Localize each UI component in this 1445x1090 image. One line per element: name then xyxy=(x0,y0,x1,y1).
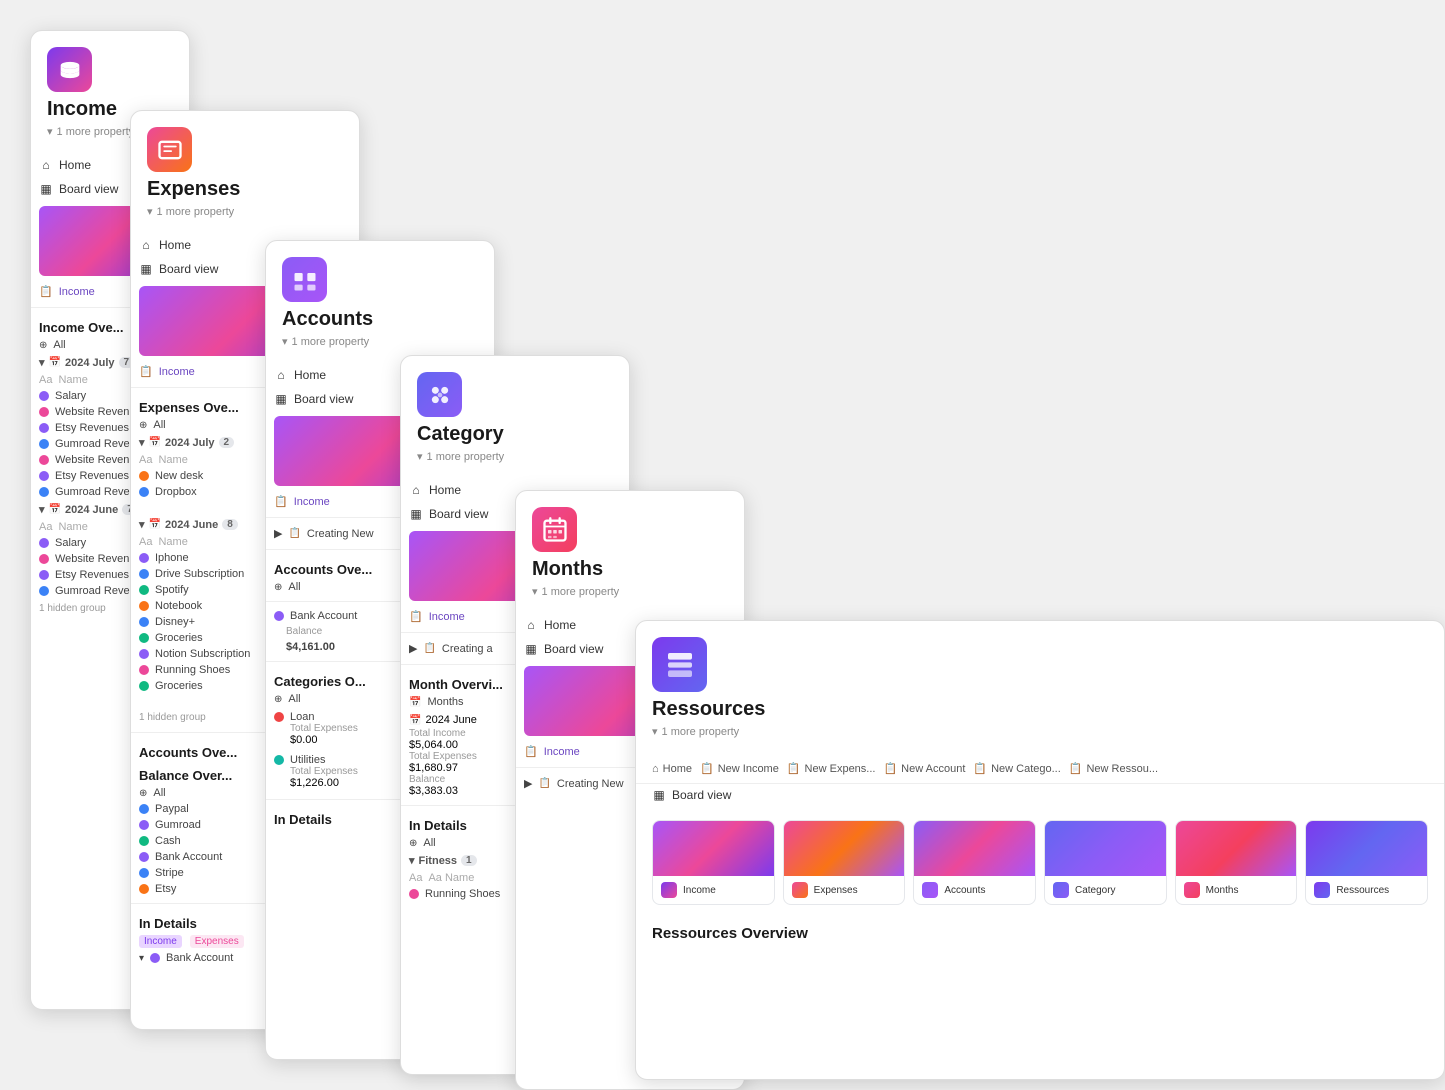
income-app-icon xyxy=(47,47,92,92)
res-nav-new-expenses[interactable]: 📋 New Expens... xyxy=(787,762,876,775)
accounts-title: Accounts xyxy=(282,308,478,331)
board-icon: ▦ xyxy=(39,182,53,196)
gallery-income[interactable]: Income xyxy=(652,820,775,905)
home-icon-acc: ⌂ xyxy=(274,368,288,382)
res-nav-new-category[interactable]: 📋 New Catego... xyxy=(973,762,1060,775)
res-nav-new-ressource[interactable]: 📋 New Ressou... xyxy=(1069,762,1158,775)
category-more-property: ▾ 1 more property xyxy=(417,450,613,463)
ressources-top-nav: ⌂ Home 📋 New Income 📋 New Expens... 📋 Ne… xyxy=(636,754,1444,784)
home-icon-exp: ⌂ xyxy=(139,238,153,252)
gallery-months[interactable]: Months xyxy=(1175,820,1298,905)
res-nav-new-income[interactable]: 📋 New Income xyxy=(700,762,779,775)
months-title: Months xyxy=(532,558,728,581)
gallery-category[interactable]: Category xyxy=(1044,820,1167,905)
gallery-expenses[interactable]: Expenses xyxy=(783,820,906,905)
gallery-ressources[interactable]: Ressources xyxy=(1305,820,1428,905)
board-icon-mon: ▦ xyxy=(524,642,538,656)
ressources-overview-section: Ressources Overview xyxy=(636,917,1444,956)
category-title: Category xyxy=(417,423,613,446)
accounts-more-property: ▾ 1 more property xyxy=(282,335,478,348)
ressources-overview-title: Ressources Overview xyxy=(652,925,1428,942)
board-view-icon-res: ▦ xyxy=(652,788,666,802)
gallery-accounts[interactable]: Accounts xyxy=(913,820,1036,905)
expenses-title: Expenses xyxy=(147,178,343,201)
ressources-more-property: ▾ 1 more property xyxy=(652,725,765,738)
res-nav-home[interactable]: ⌂ Home xyxy=(652,762,692,775)
board-icon-exp: ▦ xyxy=(139,262,153,276)
home-icon-mon: ⌂ xyxy=(524,618,538,632)
home-icon: ⌂ xyxy=(39,158,53,172)
expenses-more-property: ▾ 1 more property xyxy=(147,205,343,218)
months-app-icon xyxy=(532,507,577,552)
expenses-app-icon xyxy=(147,127,192,172)
accounts-app-icon xyxy=(282,257,327,302)
category-app-icon xyxy=(417,372,462,417)
months-more-property: ▾ 1 more property xyxy=(532,585,728,598)
board-icon-acc: ▦ xyxy=(274,392,288,406)
ressources-gallery: Income Expenses Accounts Category xyxy=(636,808,1444,917)
board-icon-cat: ▦ xyxy=(409,507,423,521)
ressources-title: Ressources xyxy=(652,698,765,721)
home-icon-cat: ⌂ xyxy=(409,483,423,497)
ressources-app-icon xyxy=(652,637,707,692)
res-nav-new-account[interactable]: 📋 New Account xyxy=(883,762,965,775)
res-board-view[interactable]: ▦ Board view xyxy=(636,784,1444,806)
ressources-card: Ressources ▾ 1 more property ⌂ Home 📋 Ne… xyxy=(635,620,1445,1080)
